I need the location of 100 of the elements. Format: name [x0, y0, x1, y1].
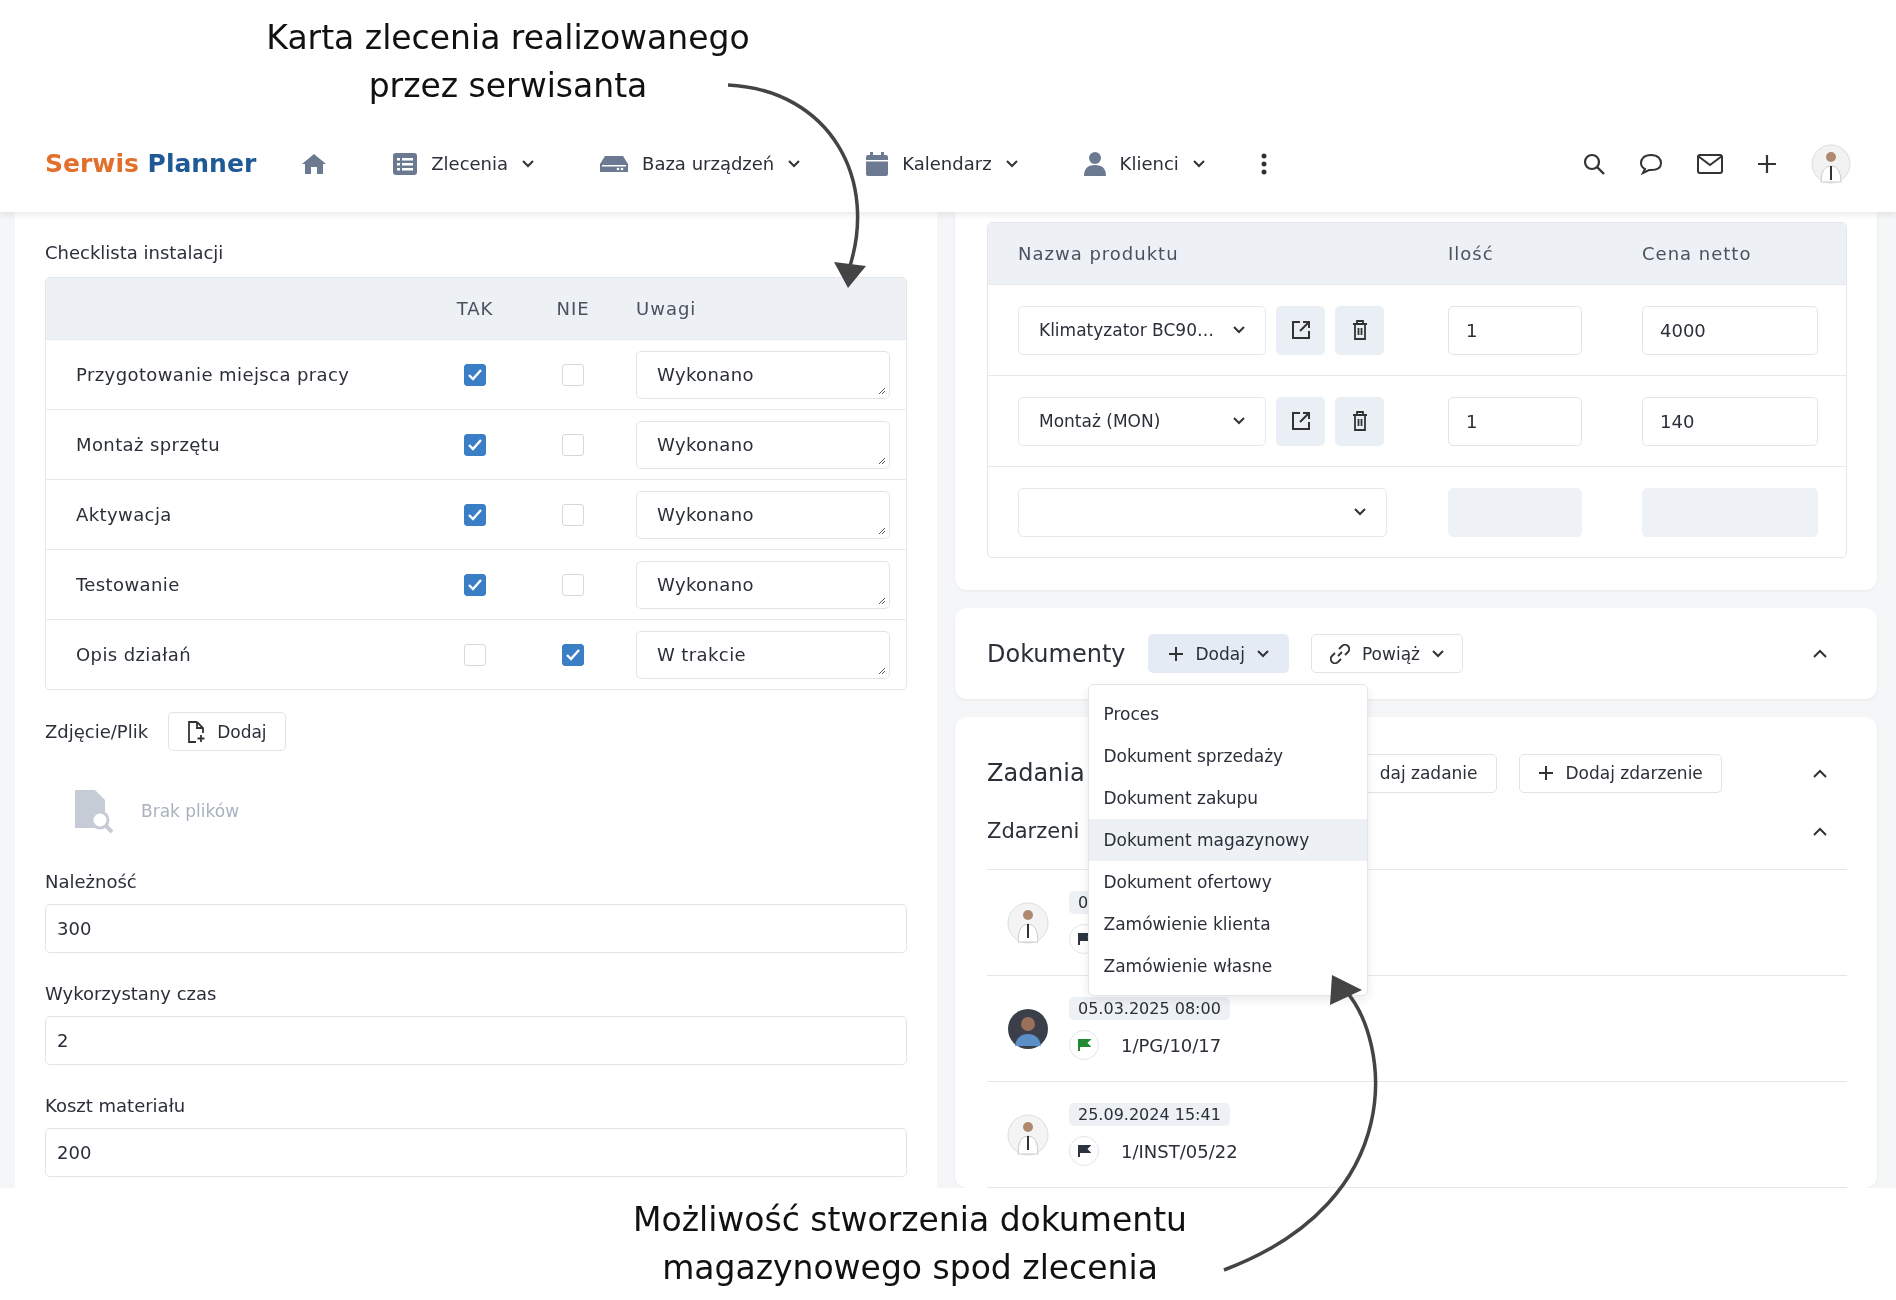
trash-icon: [1351, 320, 1368, 340]
user-avatar[interactable]: [1811, 143, 1851, 184]
resize-grip-icon: [878, 456, 886, 465]
avatar: [1007, 1113, 1049, 1156]
resize-grip-icon: [878, 666, 886, 675]
file-search-icon: [73, 788, 115, 834]
empty-message: Brak plików: [141, 801, 240, 821]
logo[interactable]: Serwis Planner: [45, 149, 257, 178]
open-link-button[interactable]: [1276, 396, 1325, 446]
check-icon: [566, 648, 580, 661]
section-title: Checklista instalacji: [45, 242, 225, 263]
calendar-icon: [866, 151, 889, 176]
input-field[interactable]: 200: [45, 1128, 907, 1177]
checkbox[interactable]: [464, 573, 486, 596]
add-file-button[interactable]: Dodaj: [168, 712, 286, 751]
plus-icon[interactable]: [1757, 153, 1777, 174]
chevron-down-icon: [1354, 508, 1366, 516]
note-field[interactable]: Wykonano: [636, 490, 890, 539]
checkbox[interactable]: [464, 503, 486, 526]
collapse-icon[interactable]: [1813, 826, 1827, 836]
column-header: NIE: [555, 298, 591, 319]
person-icon: [1083, 151, 1106, 176]
document-number: 1/INST/05/22: [1121, 1140, 1238, 1162]
check-icon: [468, 508, 482, 521]
price-field[interactable]: 140: [1642, 396, 1818, 446]
nav-menu-item[interactable]: Baza urządzeń: [600, 153, 801, 174]
more-icon[interactable]: [1260, 152, 1267, 175]
caption-line: przez serwisanta: [368, 65, 648, 107]
caption-line: magazynowego spod zlecenia: [662, 1247, 1158, 1289]
section-title: Zdarzeni: [987, 819, 1080, 843]
product-select[interactable]: Montaż (MON): [1018, 396, 1266, 446]
quantity-field[interactable]: 1: [1448, 305, 1582, 355]
date-badge: 05.03.2025 08:00: [1069, 997, 1230, 1020]
menu-item[interactable]: Zamówienie własne: [1088, 945, 1367, 987]
note-field[interactable]: Wykonano: [636, 350, 890, 399]
resize-grip-icon: [878, 596, 886, 605]
column-header: Uwagi: [635, 298, 698, 319]
home-icon[interactable]: [301, 152, 328, 175]
open-link-button[interactable]: [1276, 305, 1325, 355]
plus-icon: [1167, 645, 1184, 662]
add-document-button[interactable]: Dodaj: [1147, 634, 1289, 673]
note-field[interactable]: W trakcie: [636, 630, 890, 679]
column-header: TAK: [455, 298, 495, 319]
delete-button[interactable]: [1335, 396, 1384, 446]
link-icon: [1329, 643, 1350, 664]
delete-button[interactable]: [1335, 305, 1384, 355]
caption-line: Możliwość stworzenia dokumentu: [633, 1199, 1187, 1241]
menu-item[interactable]: Proces: [1088, 693, 1367, 735]
drive-icon: [600, 154, 629, 173]
note-field[interactable]: Wykonano: [636, 420, 890, 469]
chevron-down-icon: [1192, 159, 1205, 168]
row-label: Montaż sprzętu: [75, 434, 221, 455]
column-header: Nazwa produktu: [1017, 243, 1180, 264]
trash-icon: [1351, 411, 1368, 431]
chevron-down-icon: [1256, 649, 1269, 658]
nav-menu-item[interactable]: Zlecenia: [393, 152, 535, 175]
row-label: Przygotowanie miejsca pracy: [75, 364, 351, 385]
avatar: [1007, 901, 1049, 944]
chevron-down-icon: [1431, 649, 1444, 658]
field-label: Koszt materiału: [45, 1095, 187, 1116]
input-field[interactable]: 2: [45, 1016, 907, 1065]
nav-menu-item[interactable]: Klienci: [1083, 151, 1205, 176]
add-event-button[interactable]: Dodaj zdarzenie: [1518, 753, 1722, 793]
avatar: [1007, 1007, 1049, 1050]
chevron-down-icon: [522, 159, 535, 168]
collapse-icon[interactable]: [1813, 768, 1827, 778]
chevron-down-icon: [1233, 326, 1245, 334]
input-field[interactable]: 300: [45, 904, 907, 953]
caption-line: Karta zlecenia realizowanego: [266, 17, 750, 59]
column-header: Ilość: [1448, 243, 1495, 264]
menu-item[interactable]: Dokument sprzedaży: [1088, 735, 1367, 777]
chevron-down-icon: [788, 159, 801, 168]
price-field[interactable]: 4000: [1642, 305, 1818, 355]
note-field[interactable]: Wykonano: [636, 560, 890, 609]
row-label: Aktywacja: [75, 504, 173, 525]
check-icon: [468, 438, 482, 451]
menu-item[interactable]: Dokument magazynowy: [1088, 819, 1367, 861]
column-header: Cena netto: [1642, 243, 1753, 264]
mail-icon[interactable]: [1697, 153, 1723, 174]
quantity-field[interactable]: 1: [1448, 396, 1582, 446]
search-icon[interactable]: [1583, 152, 1605, 175]
card-title: Zadania: [987, 759, 1085, 787]
nav-menu-item[interactable]: Kalendarz: [866, 151, 1018, 176]
checkbox[interactable]: [464, 363, 486, 386]
collapse-icon[interactable]: [1813, 649, 1827, 658]
checkbox[interactable]: [464, 433, 486, 456]
attachment-label: Zdjęcie/Plik: [45, 721, 149, 742]
menu-item[interactable]: Dokument zakupu: [1088, 777, 1367, 819]
chevron-down-icon: [1005, 159, 1018, 168]
resize-grip-icon: [878, 526, 886, 535]
checkbox[interactable]: [562, 643, 584, 666]
document-number: 1/PG/10/17: [1121, 1034, 1222, 1056]
external-link-icon: [1290, 320, 1311, 340]
chat-icon[interactable]: [1639, 152, 1663, 175]
link-button[interactable]: Powiąż: [1310, 634, 1463, 673]
plus-icon: [1537, 765, 1554, 781]
card-title: Dokumenty: [987, 639, 1126, 668]
field-label: Należność: [45, 871, 138, 892]
list-icon: [393, 152, 418, 175]
product-select[interactable]: Klimatyzator BC90…: [1018, 305, 1266, 355]
